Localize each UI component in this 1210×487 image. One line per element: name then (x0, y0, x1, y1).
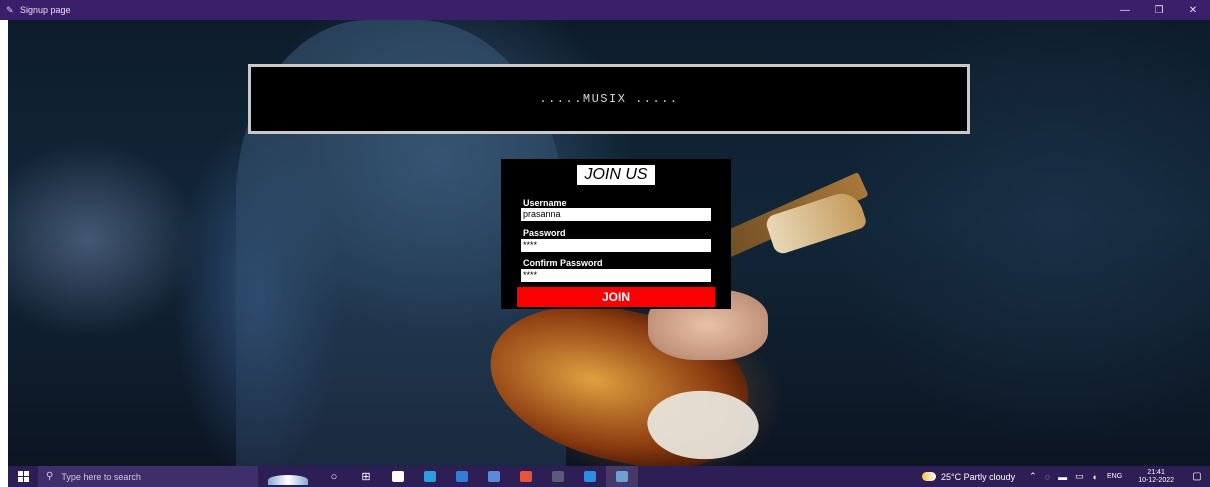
weather-text: 25°C Partly cloudy (941, 471, 1016, 482)
weather-widget-icon[interactable] (258, 466, 318, 487)
taskbar-search[interactable]: ⚲ Type here to search (38, 466, 258, 487)
network-icon[interactable]: ◌ (1045, 472, 1050, 482)
confirm-password-label: Confirm Password (523, 258, 603, 268)
cortana-icon[interactable]: ○ (318, 466, 350, 487)
python-icon[interactable] (606, 466, 638, 487)
windows-icon (17, 471, 29, 482)
chevron-up-icon[interactable]: ⌃ (1029, 471, 1037, 482)
maximize-button[interactable]: ❐ (1142, 0, 1176, 20)
background-image: .....MUSIX ..... JOIN US Username Passwo… (8, 20, 1210, 466)
password-label: Password (523, 228, 566, 238)
password-input[interactable] (521, 239, 711, 252)
form-heading: JOIN US (577, 165, 655, 185)
notification-icon[interactable]: ▢ (1184, 471, 1210, 482)
weather-status[interactable]: 25°C Partly cloudy (922, 472, 1015, 482)
vscode-icon[interactable] (574, 466, 606, 487)
clock[interactable]: 21:41 10-12-2022 (1138, 469, 1174, 485)
clock-date: 10-12-2022 (1138, 476, 1174, 484)
file-icon-glyph (392, 471, 404, 482)
feather-icon: ✎ (6, 4, 14, 15)
file-icon[interactable] (382, 466, 414, 487)
chrome-icon-glyph (520, 471, 532, 482)
window-controls: — ❐ ✕ (1108, 0, 1210, 20)
minimize-button[interactable]: — (1108, 0, 1142, 20)
battery-icon[interactable]: ▬ (1058, 472, 1067, 482)
calculator-icon-glyph (488, 471, 500, 482)
calculator-icon[interactable] (478, 466, 510, 487)
taskbar: ⚲ Type here to search ○ ⊞ 25°C Partly clo… (8, 466, 1210, 487)
username-input[interactable] (521, 208, 711, 221)
username-label: Username (523, 198, 567, 208)
terminal-icon-glyph (552, 471, 564, 482)
terminal-icon[interactable] (542, 466, 574, 487)
clock-time: 21:41 (1147, 468, 1165, 476)
partly-cloudy-icon (922, 472, 937, 481)
display-icon[interactable]: ▭ (1075, 471, 1084, 482)
edge-icon-glyph (424, 471, 436, 482)
start-button[interactable] (8, 466, 38, 487)
close-button[interactable]: ✕ (1176, 0, 1210, 20)
python-icon-glyph (616, 471, 628, 482)
window-title-bar[interactable]: ✎ Signup page — ❐ ✕ (0, 0, 1210, 20)
edge-icon[interactable] (414, 466, 446, 487)
screen: ✎ Signup page — ❐ ✕ .....MUSIX ..... JOI… (0, 0, 1210, 487)
vscode-icon-glyph (584, 471, 596, 482)
signup-form: JOIN US Username Password Confirm Passwo… (501, 159, 731, 309)
system-tray: 25°C Partly cloudy ⌃ ◌ ▬ ▭ ◖ ENG 21:41 1… (922, 466, 1210, 487)
search-placeholder: Type here to search (61, 471, 141, 482)
speaker-icon[interactable]: ◖ (1092, 472, 1097, 482)
confirm-password-input[interactable] (521, 269, 711, 282)
taskbar-apps: ○ ⊞ (318, 466, 638, 487)
language-indicator[interactable]: ENG (1107, 473, 1122, 480)
chrome-icon[interactable] (510, 466, 542, 487)
task-view-icon[interactable]: ⊞ (350, 466, 382, 487)
banner-text: .....MUSIX ..... (539, 92, 679, 106)
search-icon: ⚲ (46, 471, 54, 482)
mail-icon[interactable] (446, 466, 478, 487)
window-title: Signup page (20, 5, 71, 15)
join-button[interactable]: JOIN (517, 287, 715, 307)
mail-icon-glyph (456, 471, 468, 482)
title-banner: .....MUSIX ..... (248, 64, 970, 134)
